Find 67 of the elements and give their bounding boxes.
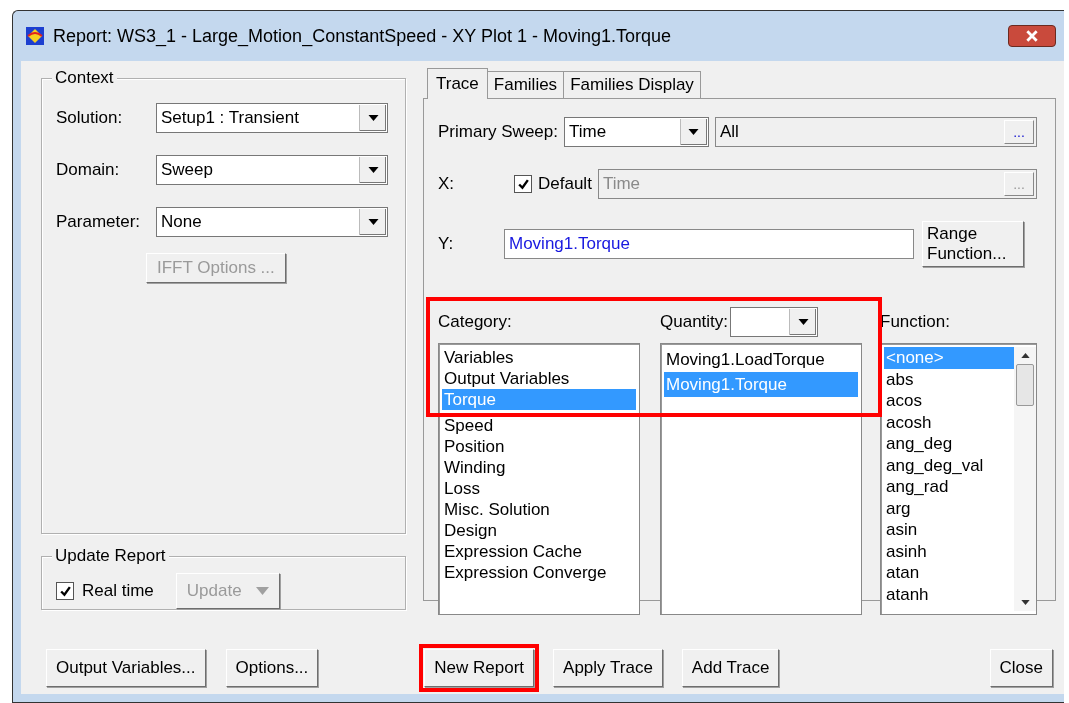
dropdown[interactable]: Sweep: [156, 155, 388, 185]
category-list[interactable]: Variables Output Variables Torque Speed Position Winding Loss Misc. Solution Design Expression Cache Expression Converge: [438, 343, 640, 615]
tab[interactable]: Trace: [427, 68, 488, 99]
dropdown[interactable]: Setup1 : Transient: [156, 103, 388, 133]
list-item[interactable]: Position: [442, 436, 636, 457]
list-item[interactable]: atan: [884, 562, 1014, 584]
list-item[interactable]: Moving1.LoadTorque: [664, 347, 858, 372]
scrollbar[interactable]: [1014, 347, 1036, 611]
caret-icon: [797, 319, 809, 325]
close-icon: [1025, 29, 1039, 43]
caret-icon: [367, 167, 379, 173]
list-item[interactable]: arg: [884, 497, 1014, 519]
list-item[interactable]: ang_rad: [884, 476, 1014, 498]
field-label: Solution:: [56, 108, 124, 128]
list-item[interactable]: Winding: [442, 457, 636, 478]
scroll-thumb[interactable]: [1016, 364, 1034, 406]
list-item[interactable]: Expression Cache: [442, 541, 636, 562]
dialog-button[interactable]: Apply Trace: [553, 649, 663, 687]
caret-icon: [255, 587, 269, 595]
scroll-up-icon[interactable]: [1020, 353, 1030, 358]
list-item[interactable]: Loss: [442, 478, 636, 499]
field-label: Parameter:: [56, 212, 142, 232]
dialog-button[interactable]: Close: [989, 649, 1053, 687]
checkbox[interactable]: [56, 582, 74, 600]
list-item[interactable]: asin: [884, 519, 1014, 541]
list-item[interactable]: asinh: [884, 540, 1014, 562]
dialog-button[interactable]: Output Variables...: [46, 649, 206, 687]
list-item[interactable]: acosh: [884, 411, 1014, 433]
checkbox-label: Real time: [82, 581, 154, 601]
tab[interactable]: Families Display: [563, 71, 701, 98]
list-item[interactable]: Design: [442, 520, 636, 541]
caret-icon: [367, 115, 379, 121]
field-label: Primary Sweep:: [438, 122, 558, 142]
dialog-button[interactable]: New Report: [424, 649, 535, 687]
list-item[interactable]: atanh: [884, 583, 1014, 605]
field-label: Domain:: [56, 160, 121, 180]
range-field[interactable]: All ...: [715, 117, 1037, 147]
group-title: Update Report: [52, 546, 169, 566]
caret-icon: [367, 219, 379, 225]
list-item[interactable]: Expression Converge: [442, 562, 636, 583]
dialog-button[interactable]: Options...: [225, 649, 319, 687]
field-label: X:: [438, 174, 456, 194]
list-item[interactable]: acos: [884, 390, 1014, 412]
list-item[interactable]: ang_deg_val: [884, 454, 1014, 476]
list-label: Category:: [438, 311, 513, 333]
quantity-list[interactable]: Moving1.LoadTorque Moving1.Torque: [660, 343, 862, 615]
list-item[interactable]: ang_deg: [884, 433, 1014, 455]
list-item[interactable]: Variables: [442, 347, 636, 368]
list-item[interactable]: Speed: [442, 415, 636, 436]
y-field[interactable]: Moving1.Torque: [504, 229, 914, 259]
checkbox-label: Default: [538, 174, 592, 194]
dialog-button[interactable]: Add Trace: [681, 649, 780, 687]
list-item[interactable]: Output Variables: [442, 368, 636, 389]
browse-button[interactable]: ...: [1004, 120, 1034, 144]
function-list[interactable]: <none> abs acos acosh ang_deg ang_deg_val ang_rad arg asin asinh atan atanh: [880, 343, 1037, 615]
list-item[interactable]: abs: [884, 368, 1014, 390]
dropdown[interactable]: None: [156, 207, 388, 237]
caret-icon: [688, 129, 700, 135]
filter-dropdown[interactable]: [730, 307, 819, 337]
app-icon: [25, 26, 45, 46]
list-label: Quantity:: [660, 311, 729, 333]
window-title: Report: WS3_1 - Large_Motion_ConstantSpeed - XY Plot 1 - Moving1.Torque: [53, 25, 672, 47]
range-function-button[interactable]: Range Function...: [922, 221, 1024, 267]
list-item[interactable]: Misc. Solution: [442, 499, 636, 520]
close-button[interactable]: [1008, 25, 1056, 47]
field-label: Y:: [438, 234, 455, 254]
dropdown[interactable]: Time: [564, 117, 709, 147]
